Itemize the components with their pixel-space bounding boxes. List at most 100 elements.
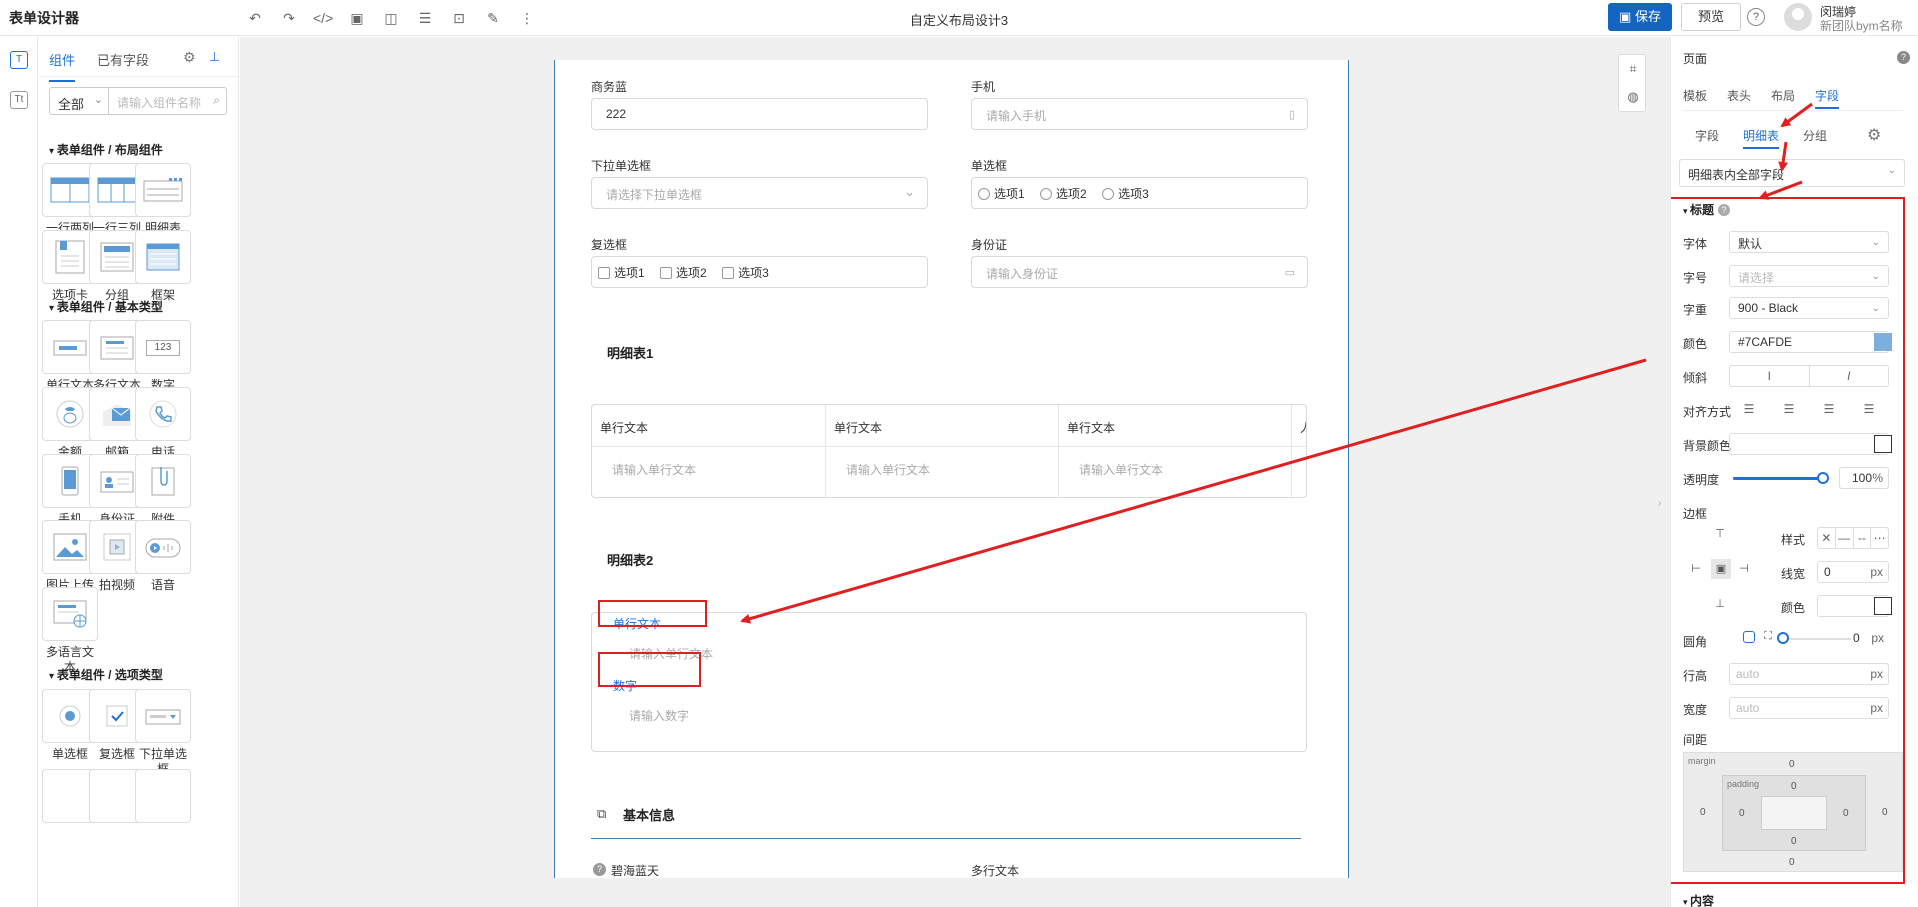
dropdown-select[interactable]: 请选择下拉单选框 ⌄ <box>591 177 928 209</box>
component-search-input[interactable]: 请输入组件名称 ⌕ <box>109 87 227 115</box>
radius-slider[interactable] <box>1781 638 1851 640</box>
title-section[interactable]: 标题? <box>1683 201 1731 218</box>
border-left-icon[interactable]: ⊢ <box>1689 562 1703 576</box>
border-bottom-icon[interactable]: ⊥ <box>1713 597 1727 611</box>
align-right-icon[interactable]: ☰ <box>1809 399 1849 421</box>
code-icon[interactable]: </> <box>313 8 333 28</box>
border-color-swatch[interactable] <box>1874 597 1892 615</box>
business-blue-input[interactable]: 222 <box>591 98 928 130</box>
padding-bottom-input[interactable]: 0 <box>1791 836 1797 847</box>
border-none-icon[interactable]: ✕ <box>1818 528 1836 548</box>
font-weight-select[interactable]: 900 - Black ⌄ <box>1729 297 1889 319</box>
bg-color-input[interactable] <box>1729 433 1889 455</box>
border-right-icon[interactable]: ⊣ <box>1737 562 1751 576</box>
color-swatch[interactable] <box>1874 333 1892 351</box>
radio-option[interactable]: 选项1 <box>978 185 1025 202</box>
radius-knob[interactable] <box>1777 632 1789 644</box>
width-input[interactable]: auto px <box>1729 697 1889 719</box>
design-canvas[interactable]: 商务蓝 222 手机 请输入手机 ▯ 下拉单选框 请选择下拉单选框 ⌄ 单选框 选项… <box>240 37 1670 907</box>
font-size-select[interactable]: 请选择 ⌄ <box>1729 265 1889 287</box>
align-left-icon[interactable]: ☰ <box>1729 399 1769 421</box>
pin-icon[interactable]: ⊥ <box>209 49 220 65</box>
fields-rail-icon[interactable]: Tt <box>10 91 28 109</box>
title-color-input[interactable]: #7CAFDE <box>1729 331 1889 353</box>
tab-header[interactable]: 表头 <box>1727 87 1751 104</box>
component-attachment[interactable]: 附件 <box>135 454 191 527</box>
save-button[interactable]: ▣ 保存 <box>1608 3 1672 31</box>
cell-input[interactable]: 请输入单行文本 <box>1059 447 1291 492</box>
padding-top-input[interactable]: 0 <box>1791 781 1797 792</box>
chart-icon[interactable]: ⊡ <box>449 8 469 28</box>
component-more[interactable] <box>135 769 191 823</box>
subtab-group[interactable]: 分组 <box>1803 127 1827 144</box>
margin-top-input[interactable]: 0 <box>1789 759 1795 770</box>
component-multilang-text[interactable]: 多语言文本 <box>42 587 98 675</box>
detail-item-input[interactable]: 请输入数字 <box>629 707 689 724</box>
checkbox-option[interactable]: 选项3 <box>722 264 769 281</box>
help-icon[interactable]: ? <box>1747 8 1765 26</box>
radio-option[interactable]: 选项2 <box>1040 185 1087 202</box>
padding-left-input[interactable]: 0 <box>1739 808 1745 819</box>
id-card-input[interactable]: 请输入身份证 ▭ <box>971 256 1308 288</box>
detail-table-1[interactable]: 单行文本请输入单行文本 单行文本请输入单行文本 单行文本请输入单行文本 人 <box>591 404 1307 498</box>
tab-fields[interactable]: 字段 <box>1815 87 1840 109</box>
font-select[interactable]: 默认 ⌄ <box>1729 231 1889 253</box>
collapse-handle-icon[interactable]: › <box>1658 489 1668 519</box>
layout-icon[interactable]: ◫ <box>381 8 401 28</box>
component-dropdown[interactable]: 下拉单选框 <box>135 689 191 777</box>
form-preview[interactable]: 商务蓝 222 手机 请输入手机 ▯ 下拉单选框 请选择下拉单选框 ⌄ 单选框 选项… <box>554 60 1349 878</box>
line-height-input[interactable]: auto px <box>1729 663 1889 685</box>
opacity-input[interactable]: 100% <box>1839 467 1889 489</box>
component-number[interactable]: 123 数字 <box>135 320 191 393</box>
border-dotted-icon[interactable]: ⋯ <box>1871 528 1888 548</box>
border-dashed-icon[interactable]: ‐‐ <box>1854 528 1872 548</box>
radius-all-icon[interactable] <box>1743 631 1755 643</box>
content-section[interactable]: 内容 <box>1683 892 1714 907</box>
cell-input[interactable]: 请输入单行文本 <box>592 447 825 492</box>
opacity-knob[interactable] <box>1817 472 1829 484</box>
image-icon[interactable]: ▣ <box>347 8 367 28</box>
radius-each-icon[interactable]: ⛶ <box>1761 629 1775 643</box>
cell-input[interactable]: 请输入单行文本 <box>826 447 1058 492</box>
checkbox-option[interactable]: 选项2 <box>660 264 707 281</box>
margin-bottom-input[interactable]: 0 <box>1789 857 1795 868</box>
checkbox-option[interactable]: 选项1 <box>598 264 645 281</box>
tab-layout[interactable]: 布局 <box>1771 87 1795 104</box>
more-icon[interactable]: ⋮ <box>517 8 537 28</box>
node-icon[interactable]: ⌗ <box>1624 60 1642 78</box>
component-detail-table[interactable]: 明细表 <box>135 163 191 236</box>
component-phone[interactable]: 电话 <box>135 387 191 460</box>
align-justify-icon[interactable]: ☰ <box>1849 399 1889 421</box>
align-center-icon[interactable]: ☰ <box>1769 399 1809 421</box>
preview-button[interactable]: 预览 <box>1681 3 1741 31</box>
margin-left-input[interactable]: 0 <box>1700 807 1706 818</box>
tab-components[interactable]: 组件 <box>49 50 76 82</box>
avatar[interactable] <box>1784 3 1812 31</box>
subtab-field[interactable]: 字段 <box>1695 127 1719 144</box>
margin-right-input[interactable]: 0 <box>1882 807 1888 818</box>
bg-color-swatch[interactable] <box>1874 435 1892 453</box>
redo-icon[interactable]: ↷ <box>279 8 299 28</box>
component-frame[interactable]: 框架 <box>135 230 191 303</box>
border-solid-icon[interactable]: — <box>1836 528 1854 548</box>
mobile-input[interactable]: 请输入手机 ▯ <box>971 98 1308 130</box>
italic-icon[interactable]: I <box>1810 366 1889 386</box>
section-layout-components[interactable]: 表单组件 / 布局组件 <box>49 141 163 158</box>
padding-right-input[interactable]: 0 <box>1843 808 1849 819</box>
help-icon[interactable]: ? <box>1897 51 1910 64</box>
tab-template[interactable]: 模板 <box>1683 87 1707 104</box>
radius-input[interactable]: 0 px <box>1847 628 1889 650</box>
component-voice[interactable]: 语音 <box>135 520 191 593</box>
radio-option[interactable]: 选项3 <box>1102 185 1149 202</box>
undo-icon[interactable]: ↶ <box>245 8 265 28</box>
gear-icon[interactable]: ⚙ <box>1867 125 1881 145</box>
component-filter-select[interactable]: 全部 ⌄ <box>49 87 109 115</box>
components-rail-icon[interactable]: T <box>10 51 28 69</box>
border-all-icon[interactable]: ▣ <box>1711 559 1731 579</box>
field-scope-select[interactable]: 明细表内全部字段 ⌄ <box>1679 159 1905 187</box>
note-icon[interactable]: ✎ <box>483 8 503 28</box>
palette-icon[interactable]: ◍ <box>1624 88 1642 106</box>
border-width-input[interactable]: 0 px <box>1817 561 1889 583</box>
template-icon[interactable]: ☰ <box>415 8 435 28</box>
border-top-icon[interactable]: ⊤ <box>1713 527 1727 541</box>
